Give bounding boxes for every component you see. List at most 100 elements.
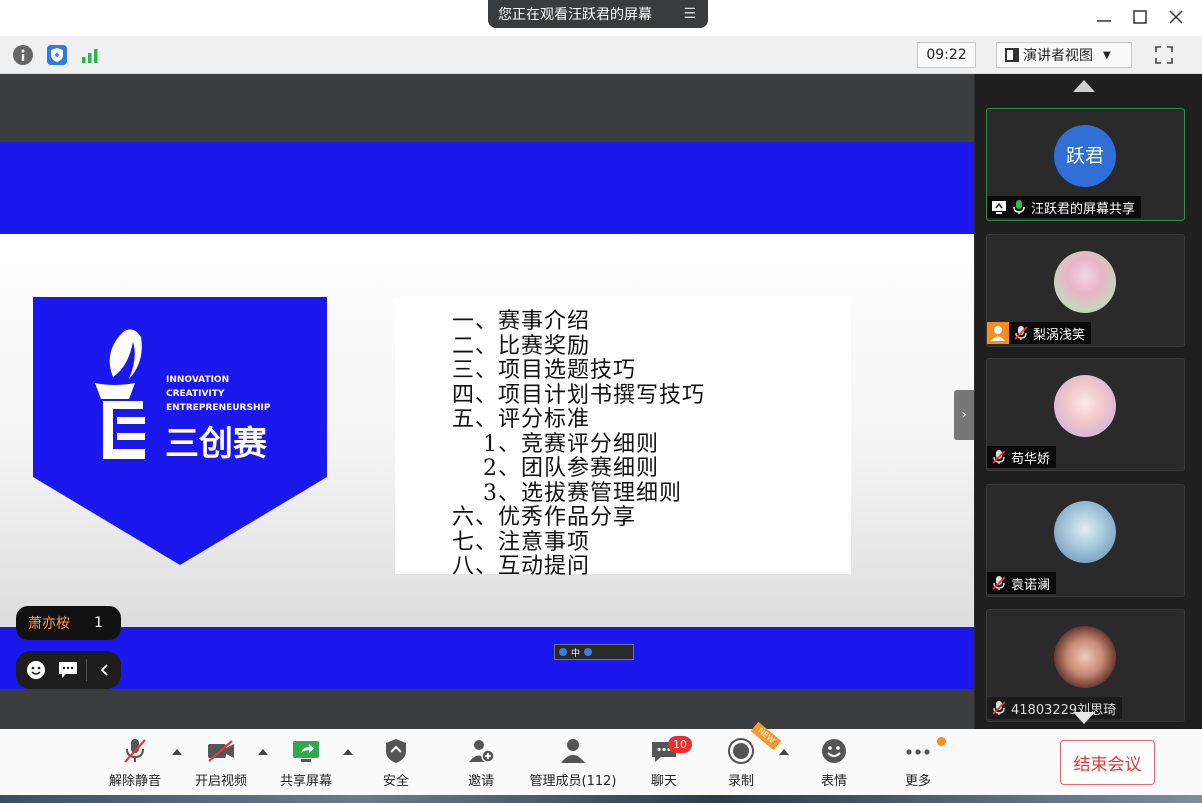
divider — [86, 659, 87, 681]
end-meeting-button[interactable]: 结束会议 — [1060, 740, 1155, 785]
manage-members-label: 管理成员(112) — [529, 774, 617, 789]
share-screen-button[interactable]: 共享屏幕 — [275, 738, 337, 790]
mic-muted-icon — [992, 450, 1006, 464]
screen-share-icon — [992, 201, 1006, 214]
reactions-label: 表情 — [820, 774, 847, 789]
participant-name: 梨涡浅笑 — [1033, 327, 1086, 343]
chevron-down-icon: ▼ — [1103, 49, 1111, 61]
chat-label: 聊天 — [650, 774, 677, 789]
ime-logo-icon — [559, 648, 567, 656]
reactions-button[interactable]: 表情 — [808, 738, 860, 790]
members-icon — [561, 739, 585, 763]
participant-tile[interactable]: 跃君 汪跃君的屏幕共享 — [986, 108, 1185, 221]
participant-name: 41803229刘思琦 — [1011, 702, 1117, 718]
participant-name-tag: 41803229刘思琦 — [987, 697, 1123, 719]
table-of-contents: 一、赛事介绍 二、比赛奖励 三、项目选题技巧 四、项目计划书撰写技巧 五、评分标… — [395, 297, 851, 579]
ime-toolbar: 中 — [554, 644, 634, 660]
menu-lines-icon[interactable]: ☰ — [683, 6, 696, 22]
emoji-icon — [822, 739, 846, 763]
avatar: 跃君 — [1054, 125, 1116, 187]
maximize-icon[interactable] — [1129, 6, 1151, 28]
sharing-banner-text: 您正在观看汪跃君的屏幕 — [498, 7, 652, 23]
security-shield-icon — [386, 739, 406, 763]
participant-name-tag: 袁诺澜 — [987, 572, 1057, 594]
mic-muted-icon — [992, 576, 1006, 590]
mic-on-icon — [1013, 200, 1025, 214]
person-icon — [987, 322, 1009, 344]
desktop-background-strip — [0, 795, 1202, 803]
active-speaker-pill: 萧亦桉 1 — [16, 606, 121, 640]
panel-toggle-chevron-right-icon[interactable]: › — [954, 390, 974, 440]
scroll-up-icon[interactable] — [1073, 80, 1095, 92]
slide-footer-band — [0, 627, 974, 689]
slide-header-band — [0, 142, 974, 234]
info-icon[interactable] — [13, 45, 33, 65]
unread-badge: 10 — [668, 736, 692, 753]
participant-name-tag: 苟华娇 — [987, 446, 1057, 468]
slide-top-margin — [0, 74, 974, 142]
minimize-icon[interactable] — [1093, 6, 1115, 28]
invite-label: 邀请 — [467, 774, 494, 789]
start-video-button[interactable]: 开启视频 — [190, 738, 252, 790]
manage-members-button[interactable]: 管理成员(112) — [527, 738, 619, 790]
participant-tile[interactable]: 苟华娇 — [986, 358, 1185, 471]
camera-off-icon — [208, 740, 234, 762]
start-video-label: 开启视频 — [194, 774, 247, 789]
view-mode-label: 演讲者视图 — [1023, 48, 1093, 64]
participant-name: 汪跃君的屏幕共享 — [1031, 201, 1136, 217]
participant-name-tag: 梨涡浅笑 — [987, 322, 1092, 344]
participant-tile[interactable]: 袁诺澜 — [986, 484, 1185, 597]
shared-screen: INNOVATION CREATIVITY ENTREPRENEURSHIP 三… — [0, 74, 974, 729]
ime-help-icon — [584, 648, 593, 656]
scroll-down-icon[interactable] — [1073, 712, 1095, 724]
participant-name: 苟华娇 — [1011, 451, 1051, 467]
smile-icon[interactable] — [26, 660, 46, 680]
unmute-label: 解除静音 — [108, 774, 161, 789]
participant-tile[interactable]: 梨涡浅笑 — [986, 234, 1185, 347]
meeting-window: 您正在观看汪跃君的屏幕 ☰ 09:22 演讲者视图 ▼ INNOVATION C… — [0, 0, 1202, 803]
avatar — [1054, 501, 1116, 563]
notification-dot — [937, 737, 946, 746]
chevron-left-icon[interactable] — [96, 661, 114, 679]
avatar — [1054, 251, 1116, 313]
mic-muted-icon — [992, 701, 1006, 715]
more-button[interactable]: 更多 — [892, 738, 944, 790]
signal-bars-icon[interactable] — [80, 45, 100, 65]
invite-button[interactable]: 邀请 — [455, 738, 507, 790]
toc-item: 八、互动提问 — [452, 554, 591, 579]
unmute-button[interactable]: 解除静音 — [104, 738, 166, 790]
security-button[interactable]: 安全 — [370, 738, 422, 790]
view-mode-dropdown[interactable]: 演讲者视图 ▼ — [996, 42, 1132, 68]
mic-muted-icon — [1014, 326, 1028, 340]
slide-bottom-margin — [0, 689, 974, 729]
add-person-icon — [469, 740, 495, 763]
chat-bubble-icon[interactable] — [58, 661, 78, 679]
sanchuangsai-logo: INNOVATION CREATIVITY ENTREPRENEURSHIP 三… — [33, 297, 327, 565]
participant-tile[interactable]: 41803229刘思琦 — [986, 609, 1185, 722]
record-button[interactable]: 录制 — [715, 738, 767, 790]
logo-line-3: ENTREPRENEURSHIP — [166, 403, 271, 413]
logo-title: 三创赛 — [165, 424, 268, 464]
title-bar: 您正在观看汪跃君的屏幕 ☰ — [0, 0, 1202, 36]
ime-mode: 中 — [571, 648, 581, 659]
audio-options-caret-icon[interactable] — [172, 749, 182, 755]
active-speaker-count: 1 — [94, 615, 103, 631]
shield-icon[interactable] — [47, 45, 67, 65]
close-icon[interactable] — [1165, 6, 1187, 28]
fullscreen-icon[interactable] — [1154, 45, 1174, 65]
active-speaker-name: 萧亦桉 — [28, 616, 70, 632]
video-options-caret-icon[interactable] — [258, 749, 268, 755]
meeting-timer: 09:22 — [917, 42, 976, 68]
speaker-view-icon — [1005, 48, 1019, 62]
avatar — [1054, 375, 1116, 437]
security-label: 安全 — [382, 774, 409, 789]
mic-muted-icon — [124, 739, 146, 763]
logo-line-1: INNOVATION — [166, 375, 229, 385]
share-options-caret-icon[interactable] — [343, 749, 353, 755]
more-dots-icon — [906, 749, 930, 755]
participant-name-tag: 汪跃君的屏幕共享 — [987, 196, 1142, 218]
logo-line-2: CREATIVITY — [166, 389, 225, 399]
participant-name: 袁诺澜 — [1011, 577, 1051, 593]
record-options-caret-icon[interactable] — [779, 749, 789, 755]
sharing-banner[interactable]: 您正在观看汪跃君的屏幕 ☰ — [488, 0, 708, 28]
